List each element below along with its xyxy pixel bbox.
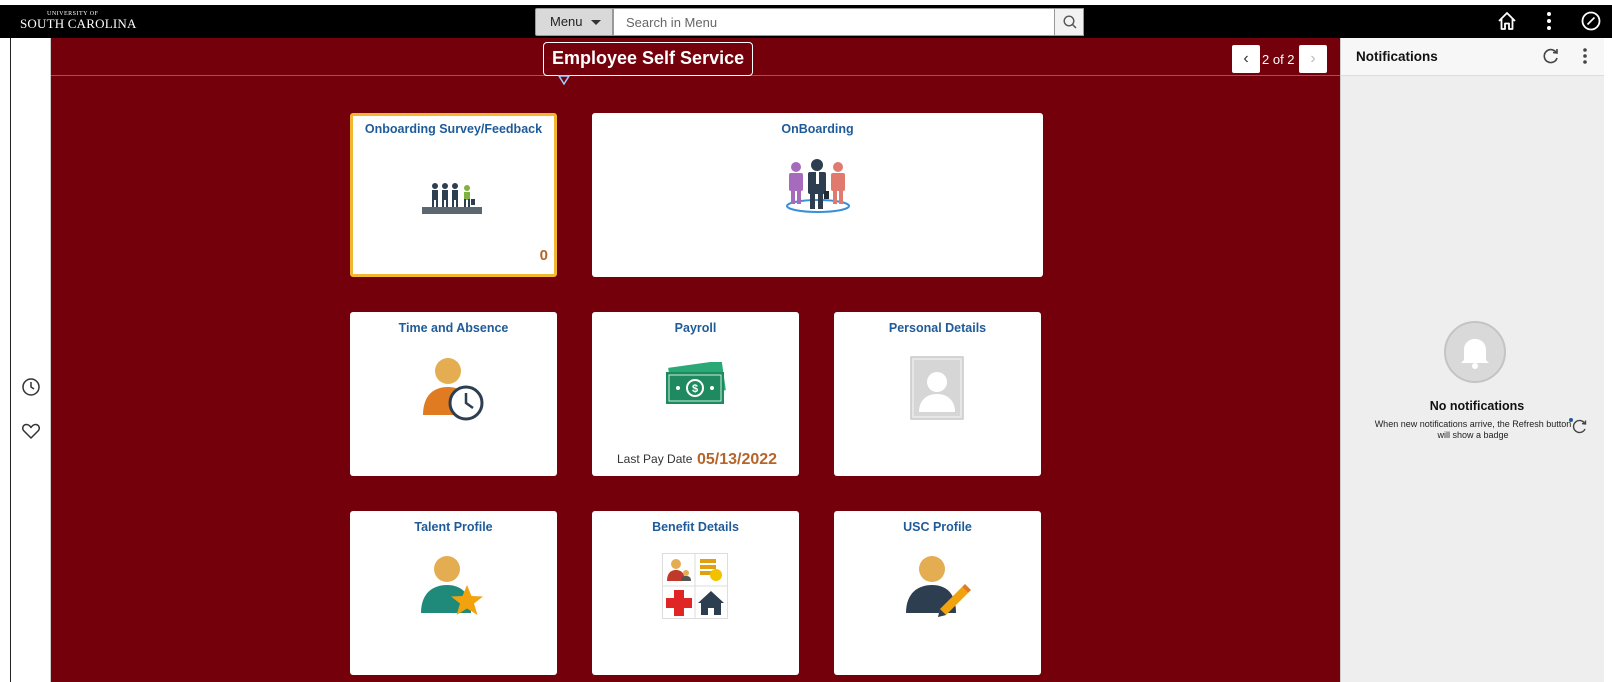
last-pay-date-value: 05/13/2022 [697, 451, 778, 468]
tile-title: USC Profile [903, 520, 972, 534]
notifications-more-icon[interactable] [1580, 46, 1590, 66]
person-star-icon [421, 556, 483, 615]
notifications-header: Notifications [1341, 38, 1612, 76]
person-clock-icon [423, 358, 484, 421]
search-input[interactable] [613, 8, 1054, 36]
tile-title: Benefit Details [652, 520, 739, 534]
tile-benefit-details[interactable]: Benefit Details [592, 511, 799, 675]
last-pay-date-label: Last Pay Date [617, 452, 693, 466]
logo-big-text: SOUTH CAROLINA [20, 16, 137, 31]
tile-title: Time and Absence [398, 321, 509, 335]
team-group-icon [786, 159, 850, 213]
tile-title: Onboarding Survey/Feedback [364, 122, 543, 136]
refresh-icon[interactable] [1541, 46, 1561, 66]
benefits-grid-icon [662, 553, 728, 619]
tile-onboarding-survey[interactable]: Onboarding Survey/Feedback 0 [350, 113, 557, 277]
menu-label: Menu [550, 14, 583, 29]
tile-payroll[interactable]: Payroll $ Last Pay Date 05/13/2022 [592, 312, 799, 476]
money-bills-icon: $ [666, 362, 726, 404]
caret-down-icon [590, 20, 601, 26]
meeting-people-icon [422, 183, 482, 214]
navbar-compass-icon[interactable] [1580, 10, 1602, 32]
bell-icon [1444, 321, 1506, 383]
favorites-heart-icon[interactable] [20, 420, 42, 442]
search-icon [1063, 15, 1077, 29]
home-icon[interactable] [1496, 10, 1518, 32]
tile-talent-profile[interactable]: Talent Profile [350, 511, 557, 675]
homepage-selector[interactable]: Employee Self Service [543, 42, 753, 86]
person-pencil-icon [906, 556, 971, 617]
page-indicator: 2 of 2 [1262, 52, 1295, 67]
no-notifications-description: When new notifications arrive, the Refre… [1374, 419, 1572, 440]
notifications-panel: Notifications No notifications When new … [1340, 38, 1612, 682]
more-options-icon[interactable] [1538, 10, 1560, 32]
tile-usc-profile[interactable]: USC Profile [834, 511, 1041, 675]
search-button[interactable] [1054, 8, 1084, 36]
recent-history-icon[interactable] [20, 376, 42, 398]
tile-time-and-absence[interactable]: Time and Absence [350, 312, 557, 476]
tile-count-badge: 0 [539, 247, 548, 264]
svg-text:$: $ [692, 383, 698, 395]
top-edge [0, 0, 1612, 5]
tile-title: Personal Details [888, 321, 987, 335]
left-rail [11, 38, 51, 682]
tile-title: Payroll [674, 321, 717, 335]
tile-title: Talent Profile [414, 520, 493, 534]
next-page-button[interactable]: › [1299, 45, 1327, 73]
tile-personal-details[interactable]: Personal Details [834, 312, 1041, 476]
page-title: Employee Self Service [552, 48, 745, 68]
profile-photo-placeholder-icon [910, 356, 964, 420]
refresh-badge-icon [1567, 414, 1589, 436]
notifications-title: Notifications [1356, 49, 1438, 64]
no-notifications-title: No notifications [1429, 399, 1525, 413]
tile-title: OnBoarding [781, 122, 854, 136]
triangle-down-icon [558, 75, 570, 86]
tile-onboarding[interactable]: OnBoarding [592, 113, 1043, 277]
university-logo[interactable]: UNIVERSITY OF SOUTH CAROLINA [20, 11, 137, 31]
right-edge [1604, 38, 1612, 682]
menu-dropdown-button[interactable]: Menu [535, 8, 613, 36]
previous-page-button[interactable]: ‹ [1232, 45, 1260, 73]
